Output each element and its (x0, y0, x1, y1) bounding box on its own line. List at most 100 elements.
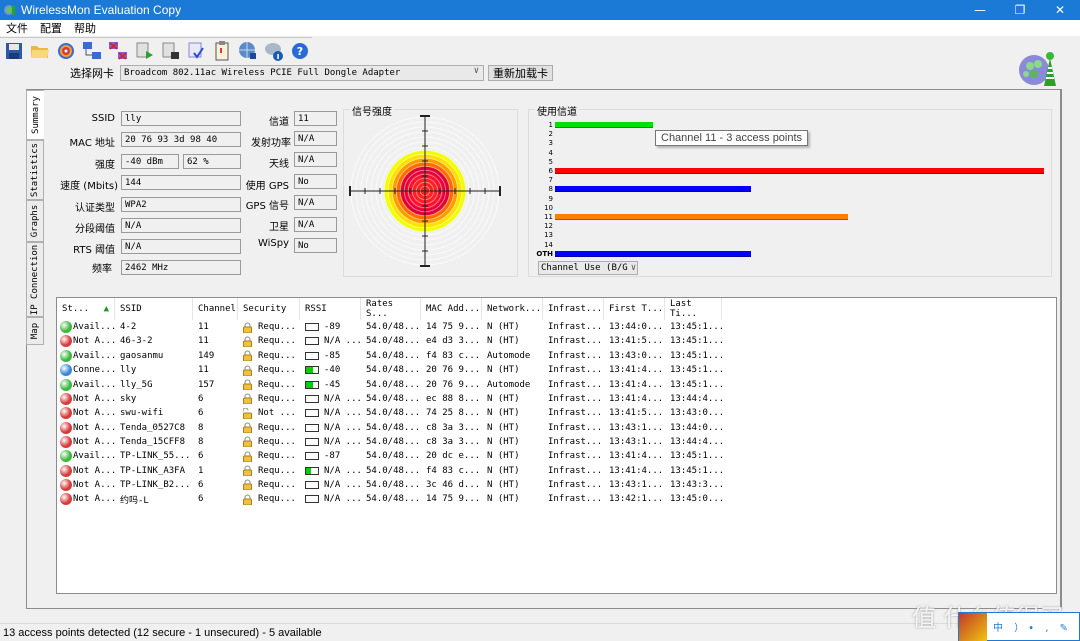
table-row[interactable]: Not A... sky 6 Requ... N/A ... 54.0/48... ec 8… (57, 392, 722, 406)
tab-ip-connection[interactable]: IP Connection (26, 242, 44, 317)
table-row[interactable]: Avail... 4-2 11 Requ... -89 54.0/48... 14 75 9… (57, 320, 722, 334)
column-header-rssi[interactable]: RSSI (300, 298, 361, 320)
channel-bar-11[interactable] (555, 214, 849, 220)
info-button[interactable] (263, 40, 284, 62)
table-row[interactable]: Not A... 约吗-L 6 Requ... N/A ... 54.0/48... 14 … (57, 492, 722, 506)
channel-mode-select[interactable]: Channel Use (B/G ∨ (538, 261, 638, 275)
table-row[interactable]: Not A... swu-wifi 6 Not ... N/A ... 54.0/48..… (57, 406, 722, 420)
table-row[interactable]: Not A... Tenda_15CFF8 8 Requ... N/A ... 54.0/… (57, 435, 722, 449)
cell-rssi: N/A ... (300, 492, 361, 506)
table-row[interactable]: Avail... gaosanmu 149 Requ... -85 54.0/48... f… (57, 349, 722, 363)
log-stop-button[interactable] (159, 40, 180, 62)
rssi-meter (305, 323, 319, 332)
table-row[interactable]: Avail... TP-LINK_55... 6 Requ... -87 54.0/48.… (57, 449, 722, 463)
rts-threshold-label: RTS 阈值 (73, 245, 115, 256)
channel-bar-1[interactable] (555, 122, 653, 128)
cell-first-seen: 13:41:4... (609, 451, 664, 462)
save-button[interactable] (3, 40, 24, 62)
cell-infrastructure: Infrast... (548, 465, 603, 476)
log-start-button[interactable] (133, 40, 154, 62)
table-row[interactable]: Not A... TP-LINK_A3FA 1 Requ... N/A ... 54.0/… (57, 464, 722, 478)
cell-rssi: N/A ... (300, 464, 361, 478)
cell-rates: 54.0/48... (366, 422, 421, 433)
cell-rssi: N/A ... (300, 406, 361, 420)
cell-first-seen: 13:41:5... (609, 408, 664, 419)
access-point-list[interactable]: St... ▲ SSID Channel Security RSSI Rates… (56, 297, 1057, 594)
cell-security: Not ... (238, 406, 300, 420)
column-header-rates[interactable]: Rates S... (361, 298, 421, 320)
mac-label: MAC 地址 (69, 138, 115, 149)
cell-rssi: -85 (300, 349, 361, 363)
table-row[interactable]: Not A... TP-LINK_B2... 6 Requ... N/A ... 54.0… (57, 478, 722, 492)
cell-mac: ec 88 8... (426, 393, 481, 404)
menu-file[interactable]: 文件 (0, 20, 34, 36)
cell-channel: 8 (198, 436, 204, 447)
report-button[interactable] (185, 40, 206, 62)
column-header-network[interactable]: Network... (482, 298, 543, 320)
open-button[interactable] (29, 40, 50, 62)
cell-rssi: -40 (300, 363, 361, 377)
cell-last-seen: 13:45:1... (670, 451, 722, 462)
reload-adapter-button[interactable]: 重新加载卡 (488, 65, 553, 81)
cell-network: N (HT) (487, 479, 520, 490)
cell-infrastructure: Infrast... (548, 436, 603, 447)
menu-bar: 文件 配置 帮助 (0, 20, 1080, 36)
web-icon (238, 42, 256, 59)
ime-toolbar[interactable]: 中 ）• , ✎ (958, 612, 1080, 641)
column-header-security[interactable]: Security (238, 298, 300, 320)
table-row[interactable]: Not A... Tenda_0527C8 8 Requ... N/A ... 54.0/… (57, 420, 722, 434)
satellite-value: N/A (294, 217, 337, 232)
cell-last-seen: 13:45:1... (670, 379, 722, 390)
column-header-first-seen[interactable]: First T... (604, 298, 665, 320)
column-header-status[interactable]: St... ▲ (57, 298, 115, 320)
table-row[interactable]: Avail... lly_5G 157 Requ... -45 54.0/48... 20 … (57, 377, 722, 391)
tab-graphs[interactable]: Graphs (26, 200, 44, 242)
channel-bar-8[interactable] (555, 186, 751, 193)
cell-channel: 149 (198, 350, 215, 361)
antenna-value: N/A (294, 152, 337, 167)
channel-tooltip: Channel 11 - 3 access points (655, 130, 809, 146)
column-header-infrastructure[interactable]: Infrast... (543, 298, 604, 320)
cell-security: Requ... (238, 334, 300, 348)
cell-mac: 74 25 8... (426, 408, 481, 419)
clipboard-button[interactable] (211, 40, 232, 62)
table-row[interactable]: Not A... 46-3-2 11 Requ... N/A ... 54.0/48...… (57, 334, 722, 348)
cell-mac: f4 83 c... (426, 350, 481, 361)
toolbar: ? (0, 38, 315, 64)
close-button[interactable]: ✕ (1040, 0, 1080, 20)
web-button[interactable] (237, 40, 258, 62)
column-header-channel[interactable]: Channel (193, 298, 238, 320)
connect-button[interactable] (81, 40, 102, 62)
target-button[interactable] (55, 40, 76, 62)
channel-bar-oth[interactable] (555, 250, 751, 257)
lock-icon (243, 336, 252, 347)
gps-signal-label: GPS 信号 (245, 201, 289, 212)
help-button[interactable]: ? (289, 40, 310, 62)
cell-last-seen: 13:45:1... (670, 336, 722, 347)
tab-summary[interactable]: Summary (26, 90, 44, 140)
rssi-meter (305, 394, 319, 403)
gps-signal-value: N/A (294, 195, 337, 210)
table-row[interactable]: Conne... lly 11 Requ... -40 54.0/48... 20 76 9… (57, 363, 722, 377)
app-icon (4, 5, 15, 15)
column-header-ssid[interactable]: SSID (115, 298, 193, 320)
minimize-button[interactable]: — (960, 0, 1000, 20)
column-header-last-seen[interactable]: Last Ti... (665, 298, 722, 320)
cell-channel: 157 (198, 379, 215, 390)
restore-button[interactable]: ❐ (1000, 0, 1040, 20)
adapter-select[interactable]: Broadcom 802.11ac Wireless PCIE Full Don… (120, 65, 484, 81)
channel-label-4: 4 (548, 148, 553, 157)
channel-bar-6[interactable] (555, 168, 1044, 174)
cell-status: Not A... (57, 435, 115, 449)
speed-label: 速度 (Mbits) (60, 181, 118, 192)
cell-last-seen: 13:45:1... (670, 365, 722, 376)
adapter-row: 选择网卡 Broadcom 802.11ac Wireless PCIE Ful… (70, 64, 553, 82)
menu-config[interactable]: 配置 (34, 20, 68, 36)
tab-map[interactable]: Map (26, 317, 44, 345)
rssi-meter (305, 423, 319, 432)
disconnect-button[interactable] (107, 40, 128, 62)
clipboard-icon (215, 41, 228, 61)
cell-status: Avail... (57, 449, 115, 463)
menu-help[interactable]: 帮助 (68, 20, 102, 36)
column-header-mac[interactable]: MAC Add... (421, 298, 482, 320)
